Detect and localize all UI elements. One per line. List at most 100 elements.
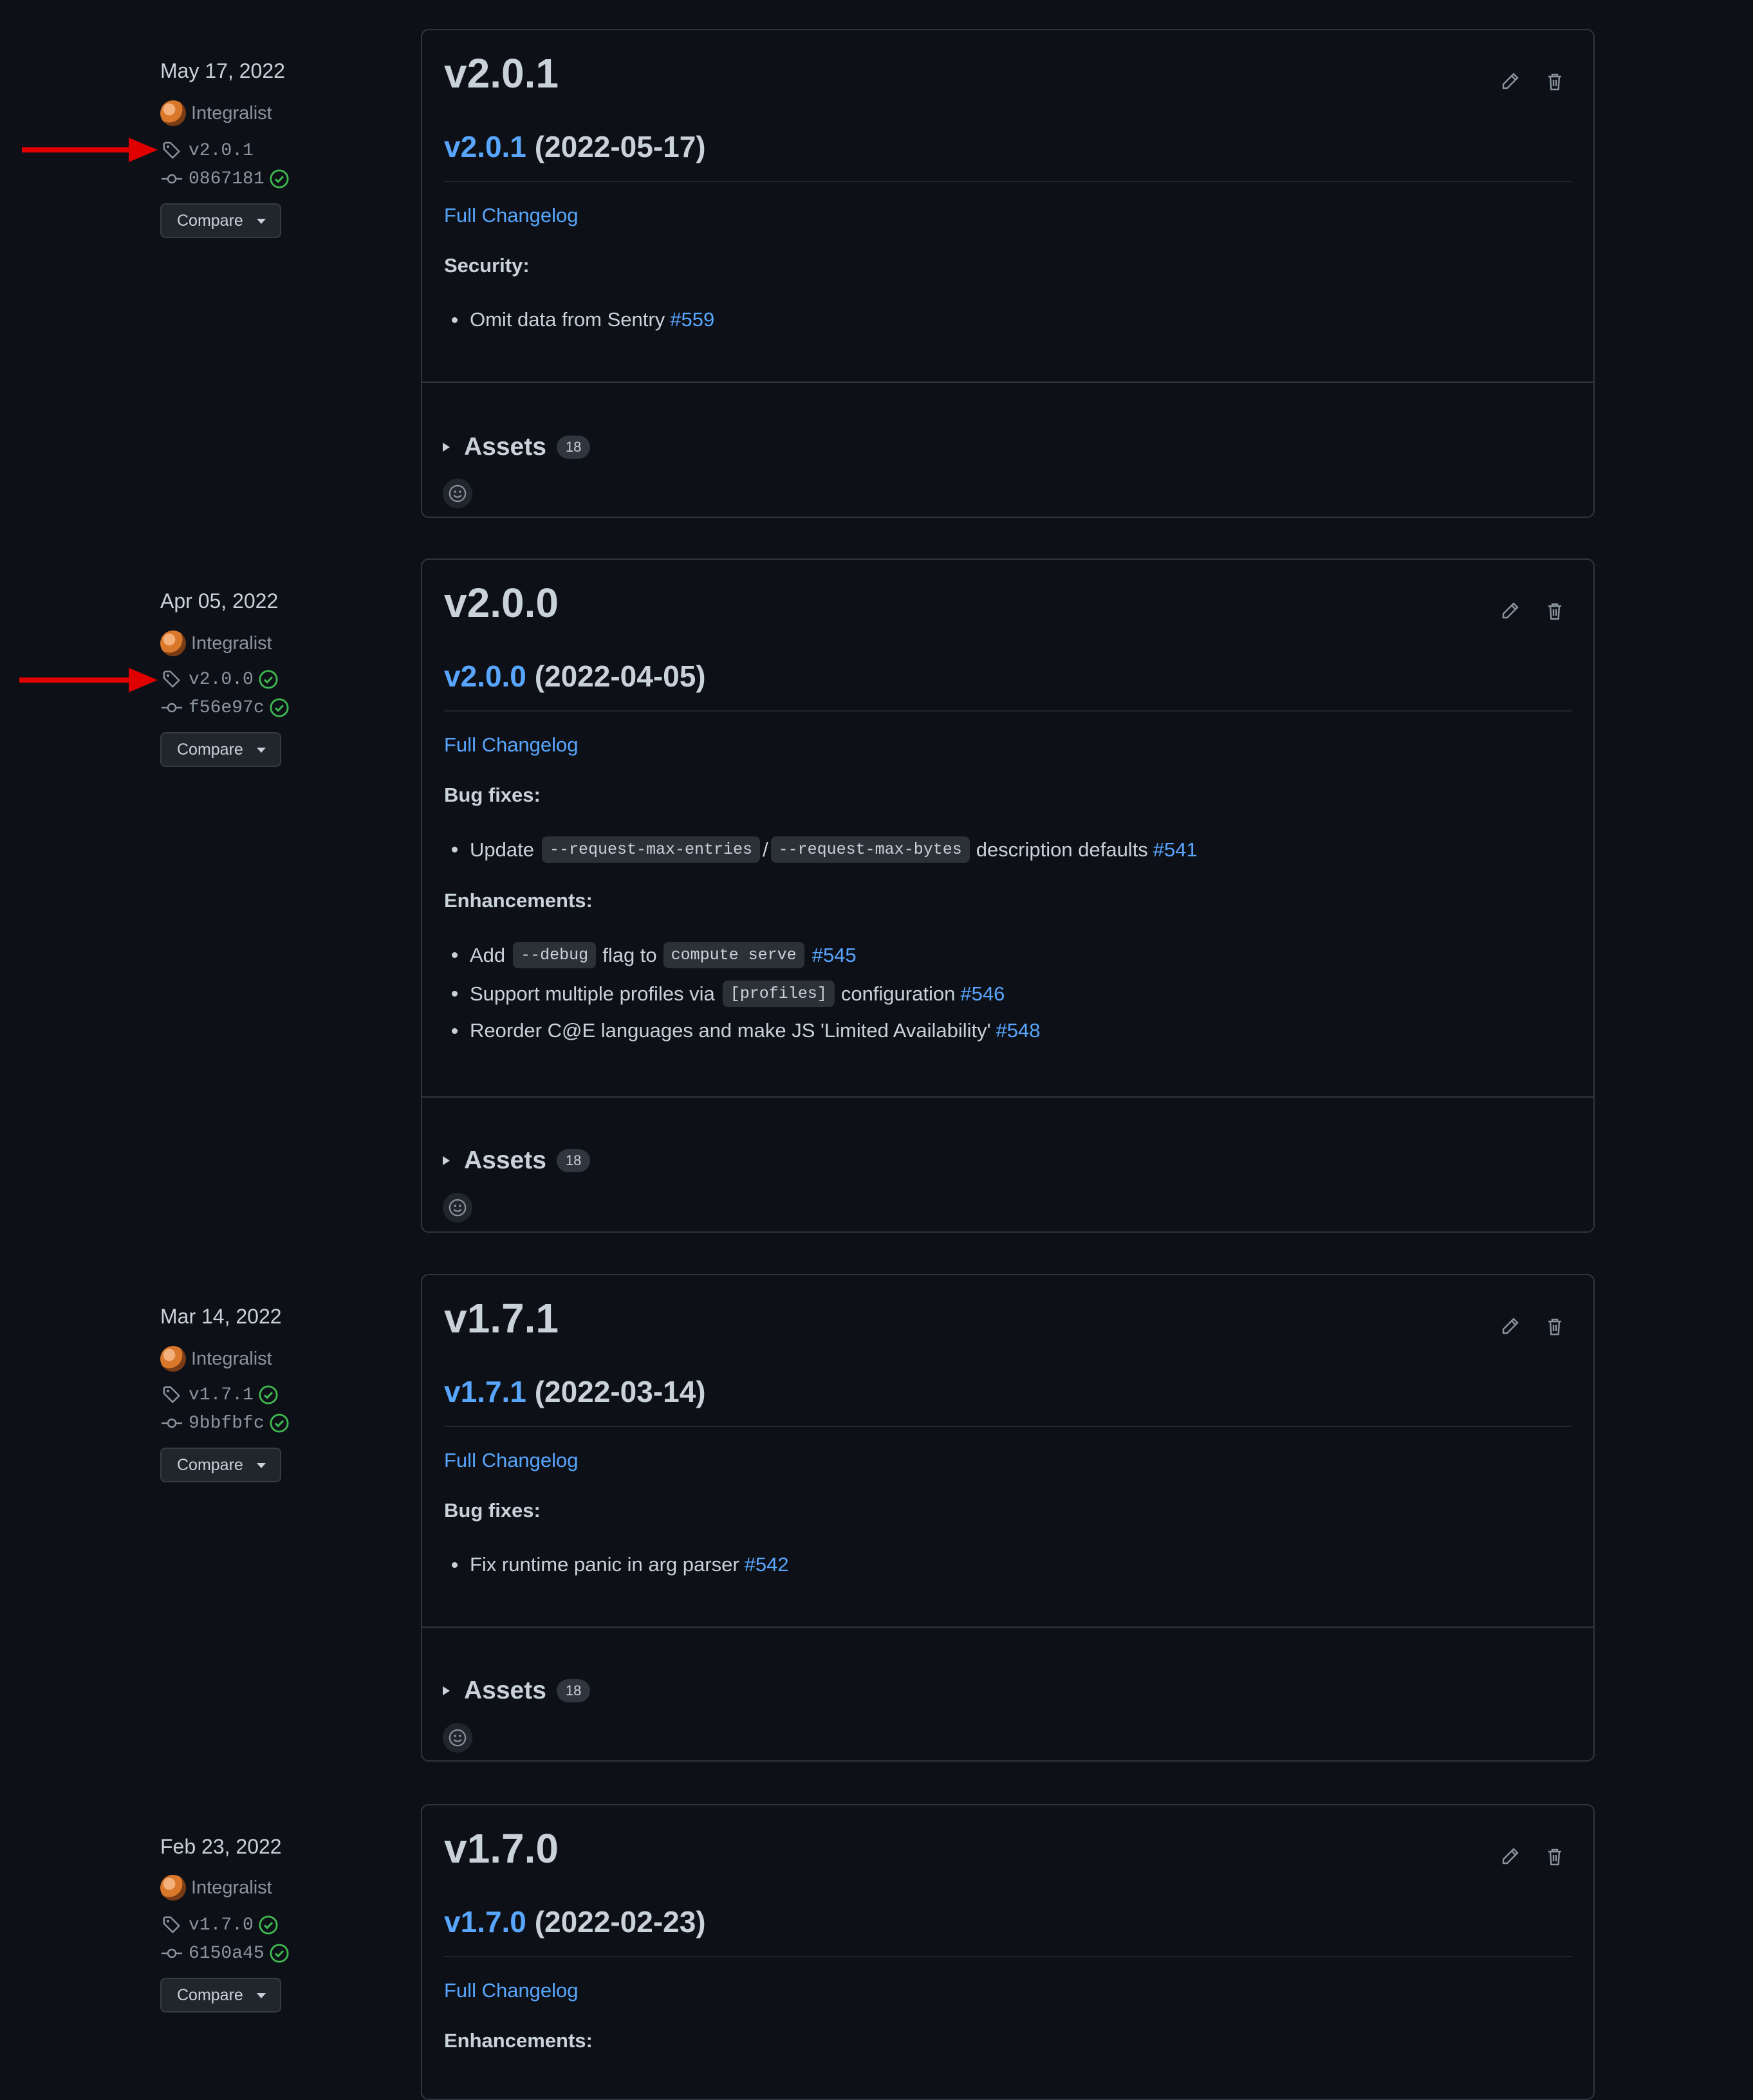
- commit-sha[interactable]: f56e97c: [189, 698, 264, 718]
- check-circle-icon[interactable]: [270, 169, 289, 189]
- smiley-icon[interactable]: [443, 1193, 472, 1222]
- author-name[interactable]: Integralist: [191, 1877, 272, 1899]
- compare-button[interactable]: Compare: [160, 1448, 281, 1482]
- trash-icon[interactable]: [1544, 601, 1565, 625]
- compare-button[interactable]: Compare: [160, 732, 281, 767]
- commit-sha[interactable]: 9bbfbfc: [189, 1414, 264, 1433]
- list-item-text: configuration: [840, 982, 956, 1005]
- red-arrow-annotation: [22, 138, 158, 162]
- release-heading-link[interactable]: v1.7.1: [444, 1375, 526, 1408]
- compare-button[interactable]: Compare: [160, 203, 281, 238]
- compare-button[interactable]: Compare: [160, 1978, 281, 2013]
- check-circle-icon[interactable]: [270, 698, 289, 717]
- issue-link[interactable]: #545: [812, 944, 857, 967]
- tag-link[interactable]: v2.0.0: [160, 667, 278, 692]
- chevron-down-icon: [257, 1463, 266, 1468]
- compare-label: Compare: [177, 1455, 243, 1474]
- release-heading: v1.7.0 (2022-02-23): [444, 1904, 706, 1939]
- check-circle-icon[interactable]: [270, 1414, 289, 1433]
- release-title[interactable]: v1.7.1: [444, 1294, 559, 1342]
- release-card: v1.7.1 v1.7.1 (2022-03-14) Full Changelo…: [421, 1274, 1595, 1762]
- tag-name[interactable]: v1.7.1: [189, 1385, 254, 1405]
- smiley-icon[interactable]: [443, 1723, 472, 1753]
- list-item-text: Update: [470, 838, 534, 861]
- avatar[interactable]: [160, 1875, 186, 1901]
- pencil-icon[interactable]: [1499, 71, 1520, 95]
- list-item-text: flag to: [602, 943, 657, 966]
- assets-count-badge: 18: [556, 436, 591, 459]
- trash-icon[interactable]: [1544, 1316, 1565, 1340]
- full-changelog-link[interactable]: Full Changelog: [444, 1979, 579, 2002]
- check-circle-icon[interactable]: [259, 670, 278, 689]
- issue-link[interactable]: #548: [996, 1019, 1041, 1042]
- check-circle-icon[interactable]: [259, 1385, 278, 1405]
- release-heading-date: (2022-05-17): [534, 130, 706, 163]
- tag-icon: [160, 668, 183, 691]
- release-heading-link[interactable]: v1.7.0: [444, 1905, 526, 1939]
- git-commit-icon: [160, 696, 183, 719]
- full-changelog-link[interactable]: Full Changelog: [444, 733, 579, 757]
- pencil-icon[interactable]: [1499, 1316, 1520, 1340]
- trash-icon[interactable]: [1544, 1847, 1565, 1870]
- issue-link[interactable]: #546: [960, 982, 1005, 1006]
- assets-toggle[interactable]: Assets 18: [443, 1677, 591, 1705]
- release-heading-date: (2022-03-14): [534, 1375, 706, 1408]
- assets-toggle[interactable]: Assets 18: [443, 433, 591, 461]
- assets-divider: [422, 1626, 1593, 1628]
- check-circle-icon[interactable]: [259, 1915, 278, 1935]
- bullet-dot: [452, 1561, 458, 1568]
- issue-link[interactable]: #541: [1153, 838, 1198, 861]
- release-heading: v2.0.1 (2022-05-17): [444, 129, 706, 164]
- inline-code: [profiles]: [722, 981, 835, 1007]
- trash-icon[interactable]: [1544, 71, 1565, 95]
- heading-divider: [444, 710, 1572, 712]
- commit-sha[interactable]: 0867181: [189, 169, 264, 189]
- bullet-dot: [452, 1027, 458, 1034]
- author[interactable]: Integralist: [160, 629, 272, 658]
- commit-link[interactable]: 6150a45: [160, 1940, 289, 1966]
- check-circle-icon[interactable]: [270, 1944, 289, 1963]
- assets-divider: [422, 382, 1593, 383]
- full-changelog-link[interactable]: Full Changelog: [444, 1449, 579, 1472]
- tag-name[interactable]: v1.7.0: [189, 1915, 254, 1935]
- tag-name[interactable]: v2.0.1: [189, 141, 254, 161]
- author[interactable]: Integralist: [160, 1345, 272, 1373]
- release-title[interactable]: v2.0.1: [444, 50, 559, 97]
- full-changelog-link[interactable]: Full Changelog: [444, 204, 579, 227]
- assets-toggle[interactable]: Assets 18: [443, 1147, 591, 1175]
- git-commit-icon: [160, 1412, 183, 1435]
- issue-link[interactable]: #542: [745, 1553, 789, 1576]
- tag-link[interactable]: v2.0.1: [160, 138, 254, 163]
- smiley-icon[interactable]: [443, 479, 472, 508]
- avatar[interactable]: [160, 1346, 186, 1372]
- tag-link[interactable]: v1.7.0: [160, 1912, 278, 1938]
- list-item: Update --request-max-entries / --request…: [452, 836, 1198, 863]
- author-name[interactable]: Integralist: [191, 1349, 272, 1370]
- list-item-text: Omit data from Sentry: [470, 308, 665, 331]
- release-title[interactable]: v1.7.0: [444, 1825, 559, 1872]
- tag-icon: [160, 1383, 183, 1406]
- commit-sha[interactable]: 6150a45: [189, 1944, 264, 1964]
- author-name[interactable]: Integralist: [191, 633, 272, 654]
- author-name[interactable]: Integralist: [191, 103, 272, 124]
- issue-link[interactable]: #559: [670, 308, 714, 331]
- release-title[interactable]: v2.0.0: [444, 579, 559, 627]
- tag-name[interactable]: v2.0.0: [189, 670, 254, 690]
- commit-link[interactable]: f56e97c: [160, 695, 289, 721]
- release-heading-link[interactable]: v2.0.0: [444, 659, 526, 693]
- commit-link[interactable]: 9bbfbfc: [160, 1410, 289, 1436]
- pencil-icon[interactable]: [1499, 1847, 1520, 1870]
- author[interactable]: Integralist: [160, 99, 272, 127]
- git-commit-icon: [160, 1942, 183, 1965]
- release-date: Feb 23, 2022: [160, 1835, 282, 1858]
- list-item-text: Add: [470, 943, 506, 966]
- avatar[interactable]: [160, 631, 186, 656]
- release-card: v2.0.0 v2.0.0 (2022-04-05) Full Changelo…: [421, 558, 1595, 1233]
- author[interactable]: Integralist: [160, 1874, 272, 1902]
- pencil-icon[interactable]: [1499, 601, 1520, 625]
- release-heading-link[interactable]: v2.0.1: [444, 130, 526, 163]
- commit-link[interactable]: 0867181: [160, 166, 289, 192]
- tag-link[interactable]: v1.7.1: [160, 1382, 278, 1408]
- release-date: Apr 05, 2022: [160, 589, 279, 612]
- avatar[interactable]: [160, 100, 186, 126]
